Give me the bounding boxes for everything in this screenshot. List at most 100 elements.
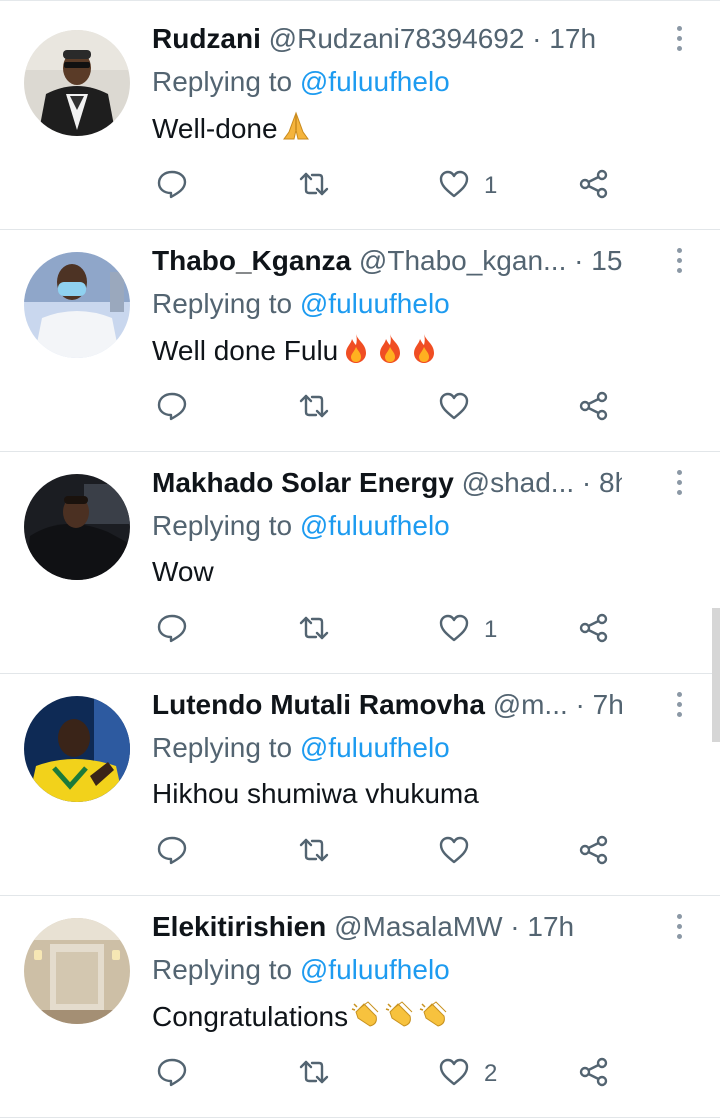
display-name[interactable]: Elekitirishien (152, 911, 326, 942)
retweet-icon (298, 834, 330, 871)
replying-to-line: Replying to @fuluufhelo (152, 286, 450, 322)
display-name[interactable]: Thabo_Kganza (152, 245, 351, 276)
replying-to-label: Replying to (152, 288, 293, 319)
like-button[interactable] (438, 388, 470, 428)
replying-to-label: Replying to (152, 732, 293, 763)
user-handle[interactable]: @Rudzani78394692 (269, 23, 525, 54)
mention-link[interactable]: @fuluufhelo (300, 954, 450, 985)
avatar[interactable] (24, 30, 130, 136)
tweet-header: Thabo_Kganza @Thabo_kgan... · 15h (152, 242, 622, 280)
more-options-icon[interactable] (674, 912, 684, 942)
reply-button[interactable] (156, 388, 188, 428)
display-name[interactable]: Makhado Solar Energy (152, 467, 454, 498)
clapping-hands-icon (418, 998, 450, 1039)
reply-tweet[interactable]: Lutendo Mutali Ramovha @m... · 7h Replyin… (0, 674, 720, 896)
tweet-text: Well-done (152, 110, 312, 151)
display-name[interactable]: Lutendo Mutali Ramovha (152, 689, 485, 720)
replying-to-line: Replying to @fuluufhelo (152, 64, 450, 100)
tweet-text: Hikhou shumiwa vhukuma (152, 776, 479, 812)
share-button[interactable] (578, 610, 610, 650)
display-name[interactable]: Rudzani (152, 23, 261, 54)
retweet-button[interactable] (298, 1054, 330, 1094)
replying-to-label: Replying to (152, 66, 293, 97)
more-options-icon[interactable] (674, 24, 684, 54)
mention-link[interactable]: @fuluufhelo (300, 510, 450, 541)
like-button[interactable]: 1 (438, 610, 497, 650)
replying-to-line: Replying to @fuluufhelo (152, 952, 450, 988)
separator-dot: · (566, 245, 592, 276)
retweet-icon (298, 1056, 330, 1093)
tweet-text-content: Congratulations (152, 1001, 349, 1032)
tweet-text-content: Hikhou shumiwa vhukuma (152, 778, 479, 809)
reply-tweet[interactable]: Thabo_Kganza @Thabo_kgan... · 15h Replyin… (0, 230, 720, 452)
timestamp[interactable]: 15h (591, 245, 622, 276)
retweet-button[interactable] (298, 388, 330, 428)
action-bar (0, 388, 720, 428)
timestamp[interactable]: 8h (599, 467, 622, 498)
retweet-icon (298, 390, 330, 427)
fire-icon (408, 332, 440, 373)
more-options-icon[interactable] (674, 690, 684, 720)
like-button[interactable] (438, 832, 470, 872)
share-icon (578, 612, 610, 649)
retweet-button[interactable] (298, 832, 330, 872)
reply-tweet[interactable]: Makhado Solar Energy @shad... · 8h Replyi… (0, 452, 720, 674)
replying-to-line: Replying to @fuluufhelo (152, 730, 450, 766)
user-handle[interactable]: @shad... (462, 467, 574, 498)
timestamp[interactable]: 7h (593, 689, 622, 720)
like-count: 1 (484, 616, 498, 643)
tweet-text-content: Wow (152, 556, 214, 587)
retweet-button[interactable] (298, 610, 330, 650)
user-handle[interactable]: @MasalaMW (334, 911, 502, 942)
reply-icon (156, 1056, 188, 1093)
like-count: 1 (484, 172, 498, 199)
separator-dot: · (502, 911, 528, 942)
fire-icon (374, 332, 406, 373)
user-handle[interactable]: @m... (493, 689, 568, 720)
reply-button[interactable] (156, 166, 188, 206)
tweet-text: Congratulations (152, 998, 450, 1039)
like-button[interactable]: 2 (438, 1054, 497, 1094)
timestamp[interactable]: 17h (549, 23, 596, 54)
reply-icon (156, 612, 188, 649)
action-bar (0, 832, 720, 872)
mention-link[interactable]: @fuluufhelo (300, 732, 450, 763)
mention-link[interactable]: @fuluufhelo (300, 66, 450, 97)
share-button[interactable] (578, 388, 610, 428)
tweet-header: Rudzani @Rudzani78394692 · 17h (152, 20, 622, 58)
retweet-icon (298, 168, 330, 205)
avatar[interactable] (24, 474, 130, 580)
like-button[interactable]: 1 (438, 166, 497, 206)
heart-icon (438, 1056, 470, 1093)
more-options-icon[interactable] (674, 246, 684, 276)
share-icon (578, 1056, 610, 1093)
more-options-icon[interactable] (674, 468, 684, 498)
reply-tweet[interactable]: Rudzani @Rudzani78394692 · 17h Replying t… (0, 8, 720, 230)
share-button[interactable] (578, 1054, 610, 1094)
separator-dot: · (574, 467, 600, 498)
avatar[interactable] (24, 252, 130, 358)
replying-to-line: Replying to @fuluufhelo (152, 508, 450, 544)
reply-button[interactable] (156, 610, 188, 650)
separator-dot: · (524, 23, 550, 54)
share-button[interactable] (578, 166, 610, 206)
user-handle[interactable]: @Thabo_kgan... (359, 245, 566, 276)
retweet-button[interactable] (298, 166, 330, 206)
heart-icon (438, 168, 470, 205)
avatar[interactable] (24, 696, 130, 802)
scrollbar[interactable] (712, 608, 720, 742)
reply-button[interactable] (156, 832, 188, 872)
tweet-text: Wow (152, 554, 214, 590)
tweet-text: Well done Fulu (152, 332, 440, 373)
reply-button[interactable] (156, 1054, 188, 1094)
tweet-text-content: Well-done (152, 113, 278, 144)
mention-link[interactable]: @fuluufhelo (300, 288, 450, 319)
avatar[interactable] (24, 918, 130, 1024)
folded-hands-icon (280, 110, 312, 151)
reply-tweet[interactable]: Elekitirishien @MasalaMW · 17h Replying t… (0, 896, 720, 1118)
clapping-hands-icon (350, 998, 382, 1039)
action-bar: 1 (0, 610, 720, 650)
timestamp[interactable]: 17h (527, 911, 574, 942)
share-button[interactable] (578, 832, 610, 872)
retweet-icon (298, 612, 330, 649)
